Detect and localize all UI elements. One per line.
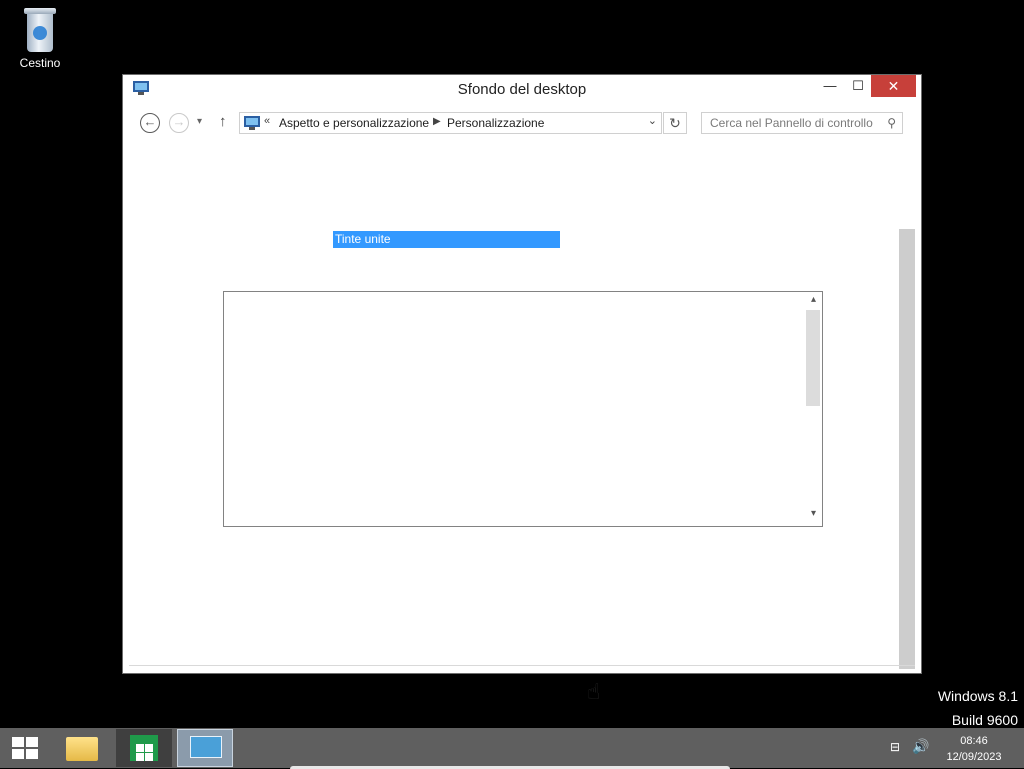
maximize-button[interactable]: ☐ [843,75,873,97]
volume-icon[interactable]: 🔊 [912,738,929,755]
control-panel-taskbar-button[interactable] [177,729,233,767]
search-box[interactable]: ⚲ [701,112,903,134]
page-scrollbar[interactable] [899,229,915,669]
breadcrumb-appearance[interactable]: Aspetto e personalizzazione [279,116,429,130]
window-title: Sfondo del desktop [457,81,587,98]
content-area: Tinte unite ▴ ▾ ☝ [123,145,921,704]
network-icon[interactable]: ⊟ [890,740,904,754]
picture-location-dropdown[interactable]: Tinte unite [333,231,560,248]
file-explorer-taskbar-button[interactable] [54,729,110,767]
taskbar: ⊟ 🔊 08:46 12/09/2023 [0,728,1024,769]
hand-cursor-icon: ☝ [587,679,601,704]
start-button[interactable] [12,737,40,761]
refresh-button[interactable]: ↻ [663,112,687,134]
breadcrumb-separator-icon[interactable]: ▶ [433,116,441,127]
clock-time: 08:46 [960,735,988,747]
wallpaper-list[interactable]: ▴ ▾ [223,291,823,527]
scroll-down-icon[interactable]: ▾ [805,508,822,524]
desktop-background-window: Sfondo del desktop — ☐ ✕ ← → ▾ ↑ « Aspet… [122,74,922,704]
os-watermark: Windows 8.1 Build 9600 [938,684,1018,732]
search-input[interactable] [702,113,882,133]
recycle-bin-desktop-icon[interactable]: Cestino [12,6,68,70]
store-icon [130,735,158,761]
scroll-thumb[interactable] [806,310,820,406]
recycle-bin-label: Cestino [19,56,61,70]
back-button[interactable]: ← [140,113,160,133]
recent-locations-dropdown-icon[interactable]: ▾ [197,116,202,127]
forward-button[interactable]: → [169,113,189,133]
control-panel-icon [190,736,222,758]
breadcrumb-personalization[interactable]: Personalizzazione [447,116,544,130]
clock-date: 12/09/2023 [946,751,1002,763]
navigation-bar: ← → ▾ ↑ « Aspetto e personalizzazione ▶ … [133,109,913,137]
title-bar[interactable]: Sfondo del desktop — ☐ ✕ [123,75,921,103]
address-bar[interactable]: « Aspetto e personalizzazione ▶ Personal… [239,112,662,134]
clock[interactable]: 08:46 12/09/2023 [944,733,1004,765]
up-level-button[interactable]: ↑ [219,113,227,130]
folder-icon [66,737,98,761]
list-scrollbar[interactable]: ▴ ▾ [805,292,822,526]
breadcrumb-overflow-icon[interactable]: « [264,115,270,127]
divider [129,665,915,666]
os-version: Windows 8.1 [937,688,1018,704]
scroll-up-icon[interactable]: ▴ [805,294,822,310]
minimize-button[interactable]: — [815,75,845,97]
close-button[interactable]: ✕ [871,75,916,97]
recycle-bin-icon [21,6,59,54]
store-taskbar-button[interactable] [116,729,172,767]
address-dropdown-icon[interactable]: ⌄ [648,114,657,127]
control-panel-icon [244,116,260,130]
search-icon[interactable]: ⚲ [887,116,896,130]
